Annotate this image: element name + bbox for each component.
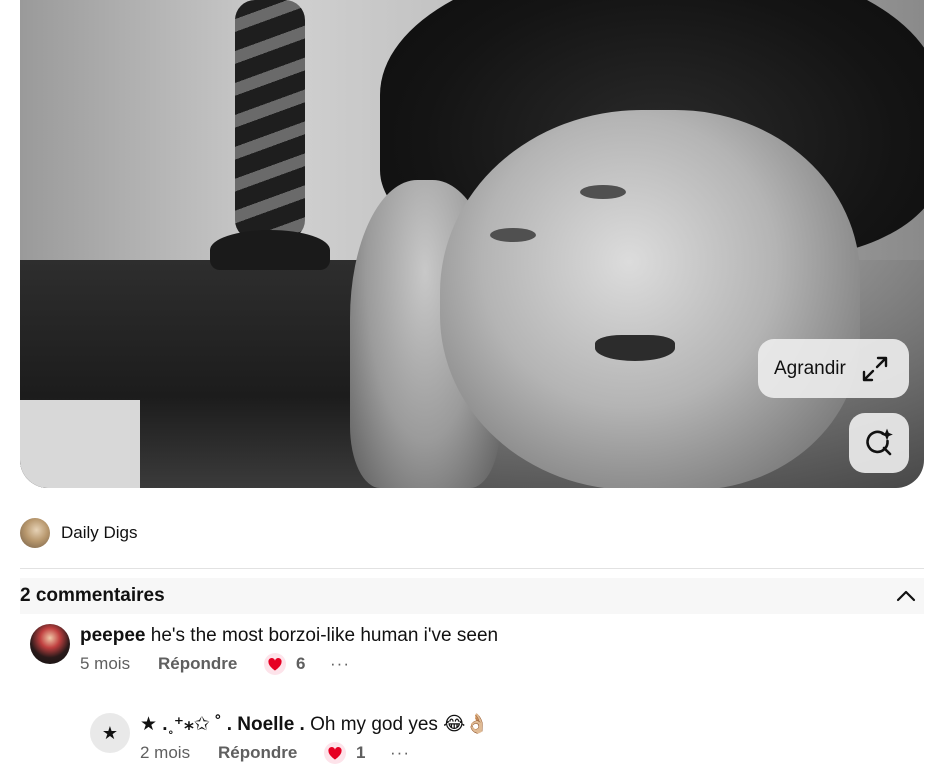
- comment-item: peepee he's the most borzoi-like human i…: [30, 624, 498, 676]
- comments-count: 2 commentaires: [20, 585, 165, 606]
- creator-profile[interactable]: Daily Digs: [20, 518, 138, 548]
- comment-item: ★ ★ .˳⁺⁎✩ ˚ . Noelle . Oh my god yes 😂👌🏼…: [90, 713, 489, 765]
- creator-name[interactable]: Daily Digs: [61, 523, 138, 543]
- heart-icon: [324, 742, 346, 764]
- reaction-button[interactable]: 1: [324, 742, 390, 764]
- more-options-icon[interactable]: ···: [390, 743, 410, 763]
- comment-time: 5 mois: [80, 654, 131, 673]
- image-face: [440, 110, 860, 488]
- heart-icon: [264, 653, 286, 675]
- divider: [20, 568, 924, 569]
- comment-author[interactable]: ★ .˳⁺⁎✩ ˚ . Noelle .: [140, 714, 305, 735]
- image-mouth: [595, 335, 675, 361]
- chevron-up-icon[interactable]: [896, 589, 916, 603]
- comment-text: Oh my god yes 😂👌🏼: [310, 714, 490, 735]
- expand-arrows-icon: [860, 354, 890, 384]
- enlarge-label: Agrandir: [774, 357, 846, 379]
- visual-search-button[interactable]: [849, 413, 909, 473]
- more-options-icon[interactable]: ···: [330, 654, 350, 674]
- avatar[interactable]: [20, 518, 50, 548]
- reaction-count: 1: [356, 743, 366, 762]
- comment-text: he's the most borzoi-like human i've see…: [150, 625, 499, 646]
- enlarge-button[interactable]: Agrandir: [758, 339, 909, 398]
- image-candlestick-base: [210, 230, 330, 270]
- reply-button[interactable]: Répondre: [218, 743, 324, 763]
- image-right-eye: [580, 185, 626, 199]
- comments-header[interactable]: 2 commentaires: [20, 578, 924, 614]
- comment-body: ★ .˳⁺⁎✩ ˚ . Noelle . Oh my god yes 😂👌🏼 2…: [140, 713, 489, 765]
- image-background-paper: [20, 400, 140, 488]
- reaction-count: 6: [296, 654, 306, 673]
- visual-search-icon: [863, 427, 895, 459]
- image-left-eye: [490, 228, 536, 242]
- comment-line: peepee he's the most borzoi-like human i…: [80, 624, 498, 648]
- comment-line: ★ .˳⁺⁎✩ ˚ . Noelle . Oh my god yes 😂👌🏼: [140, 713, 489, 737]
- reply-button[interactable]: Répondre: [158, 654, 264, 674]
- reaction-button[interactable]: 6: [264, 653, 330, 675]
- comment-meta: 5 mois Répondre 6 ···: [80, 652, 498, 676]
- avatar[interactable]: ★: [90, 713, 130, 753]
- image-candlestick: [235, 0, 305, 240]
- comment-author[interactable]: peepee: [80, 625, 145, 646]
- comment-time: 2 mois: [140, 743, 191, 762]
- comment-body: peepee he's the most borzoi-like human i…: [80, 624, 498, 676]
- avatar[interactable]: [30, 624, 70, 664]
- comment-meta: 2 mois Répondre 1 ···: [140, 741, 489, 765]
- pin-image[interactable]: [20, 0, 924, 488]
